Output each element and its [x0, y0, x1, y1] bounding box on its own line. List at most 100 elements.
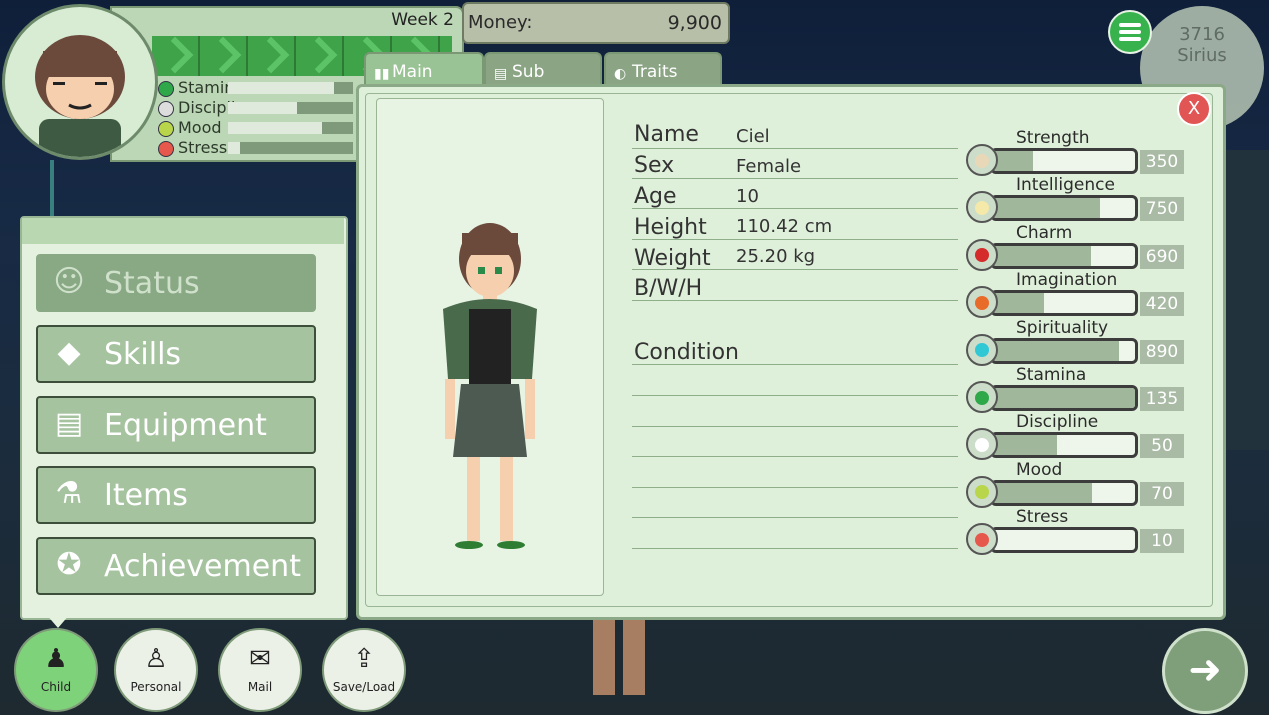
weight-label: Weight: [634, 246, 711, 271]
skills-button[interactable]: ◆ Skills: [36, 325, 316, 383]
status-button[interactable]: ☺ Status: [36, 254, 316, 312]
stat-bar-intelligence: [990, 195, 1138, 222]
stat-fill-strength: [993, 151, 1033, 171]
child-icon: ♟: [44, 644, 68, 674]
mini-stat-fill: [228, 102, 297, 114]
stat-bar-spirituality: [990, 337, 1138, 364]
child-avatar-icon: [35, 35, 125, 157]
money-label: Money:: [468, 12, 533, 33]
name-label: Name: [634, 122, 699, 147]
mail-icon: ✉: [249, 644, 271, 674]
stat-name-charm: Charm: [1016, 222, 1073, 243]
child-portrait[interactable]: [2, 4, 158, 160]
stat-fill-spirituality: [993, 340, 1119, 361]
award-icon: ✪: [56, 547, 82, 582]
heart-icon: [966, 381, 998, 413]
items-button[interactable]: ⚗ Items: [36, 466, 316, 524]
lightbulb-icon-glyph: [975, 200, 989, 215]
stat-value-intelligence: 750: [1140, 197, 1184, 222]
stat-name-stamina: Stamina: [1016, 365, 1087, 385]
stat-name-imagination: Imagination: [1016, 270, 1118, 291]
stat-fill-stamina: [993, 388, 1135, 408]
traits-icon: ◐: [614, 66, 627, 82]
date-place: Sirius: [1177, 45, 1227, 66]
stat-name-discipline: Discipline: [1016, 412, 1099, 433]
frown-icon-glyph: [975, 532, 989, 547]
save-icon: ⇪: [353, 644, 375, 674]
stat-name-spirituality: Spirituality: [1016, 317, 1109, 338]
sex-value: Female: [736, 156, 802, 177]
arrow-right-icon: ➜: [1188, 647, 1222, 693]
stat-value-charm: 690: [1140, 244, 1184, 269]
crystal-icon-glyph: [975, 343, 989, 358]
next-button[interactable]: ➜: [1162, 628, 1248, 714]
child-nav-button[interactable]: ♟ Child: [14, 628, 98, 712]
stat-bar-imagination: [990, 290, 1138, 317]
age-label: Age: [634, 184, 677, 209]
condition-label: Condition: [634, 340, 739, 365]
list-icon: ▤: [494, 66, 508, 82]
dresser-icon: ▤: [54, 406, 84, 441]
personal-nav-button[interactable]: ♙ Personal: [114, 628, 198, 712]
character-frame: [376, 98, 604, 596]
achievement-button[interactable]: ✪ Achievement: [36, 537, 316, 595]
mini-stat-mood: Mood: [158, 118, 358, 137]
hamburger-icon: [1119, 23, 1141, 27]
equipment-button[interactable]: ▤ Equipment: [36, 396, 316, 454]
sex-label: Sex: [634, 153, 675, 178]
name-value: Ciel: [736, 126, 770, 147]
stat-bar-discipline: [990, 432, 1138, 459]
potion-icon: ⚗: [55, 476, 83, 511]
stat-value-spirituality: 890: [1140, 339, 1184, 364]
stat-value-stamina: 135: [1140, 387, 1184, 411]
stat-value-discipline: 50: [1140, 434, 1184, 459]
smile-icon: [158, 120, 174, 137]
mini-stat-stamina: Stamina: [158, 78, 358, 97]
weight-value: 25.20 kg: [736, 246, 816, 267]
person-icon: ♙: [144, 644, 168, 674]
stat-value-strength: 350: [1140, 150, 1184, 174]
mini-stat-fill: [228, 122, 322, 134]
heart-icon-glyph: [975, 390, 989, 405]
background-character-legs: [585, 615, 655, 715]
stat-bar-stamina: [990, 385, 1138, 411]
stat-fill-mood: [993, 482, 1092, 503]
smile-icon-glyph: [975, 485, 989, 500]
date-number: 3716: [1179, 24, 1225, 45]
mail-nav-button[interactable]: ✉ Mail: [218, 628, 302, 712]
stat-bar-charm: [990, 242, 1138, 269]
mini-stat-fill: [228, 142, 240, 154]
crystal-icon: [966, 333, 998, 366]
stat-value-mood: 70: [1140, 481, 1184, 506]
close-button[interactable]: X: [1177, 92, 1211, 126]
frown-icon: [966, 523, 998, 556]
background-pole: [50, 160, 54, 220]
glasses-icon: [158, 100, 174, 117]
lips-icon-glyph: [975, 248, 989, 263]
age-value: 10: [736, 186, 759, 207]
save-load-nav-button[interactable]: ⇪ Save/Load: [322, 628, 406, 712]
stat-fill-intelligence: [993, 198, 1100, 219]
stat-name-mood: Mood: [1016, 459, 1063, 480]
money-value: 9,900: [667, 12, 722, 34]
diamond-icon: ◆: [57, 335, 81, 370]
height-label: Height: [634, 215, 707, 240]
stat-name-intelligence: Intelligence: [1016, 175, 1115, 196]
stat-value-imagination: 420: [1140, 292, 1184, 317]
frown-icon: [158, 140, 174, 157]
heart-icon: [158, 80, 174, 97]
rainbow-icon-glyph: [975, 295, 989, 310]
week-label: Week 2: [391, 10, 454, 30]
glasses-icon-glyph: [975, 437, 989, 452]
stat-fill-charm: [993, 245, 1091, 266]
stat-fill-imagination: [993, 293, 1044, 314]
stat-bar-strength: [990, 148, 1138, 174]
character-figure: [443, 223, 537, 549]
stat-value-stress: 10: [1140, 529, 1184, 554]
smile-icon: [966, 475, 998, 508]
stat-name-strength: Strength: [1016, 128, 1090, 148]
mini-stat-stress: Stress: [158, 138, 358, 157]
bar-chart-icon: ▮▮: [374, 66, 390, 82]
stat-fill-discipline: [993, 435, 1057, 456]
hamburger-menu-button[interactable]: [1108, 10, 1152, 54]
